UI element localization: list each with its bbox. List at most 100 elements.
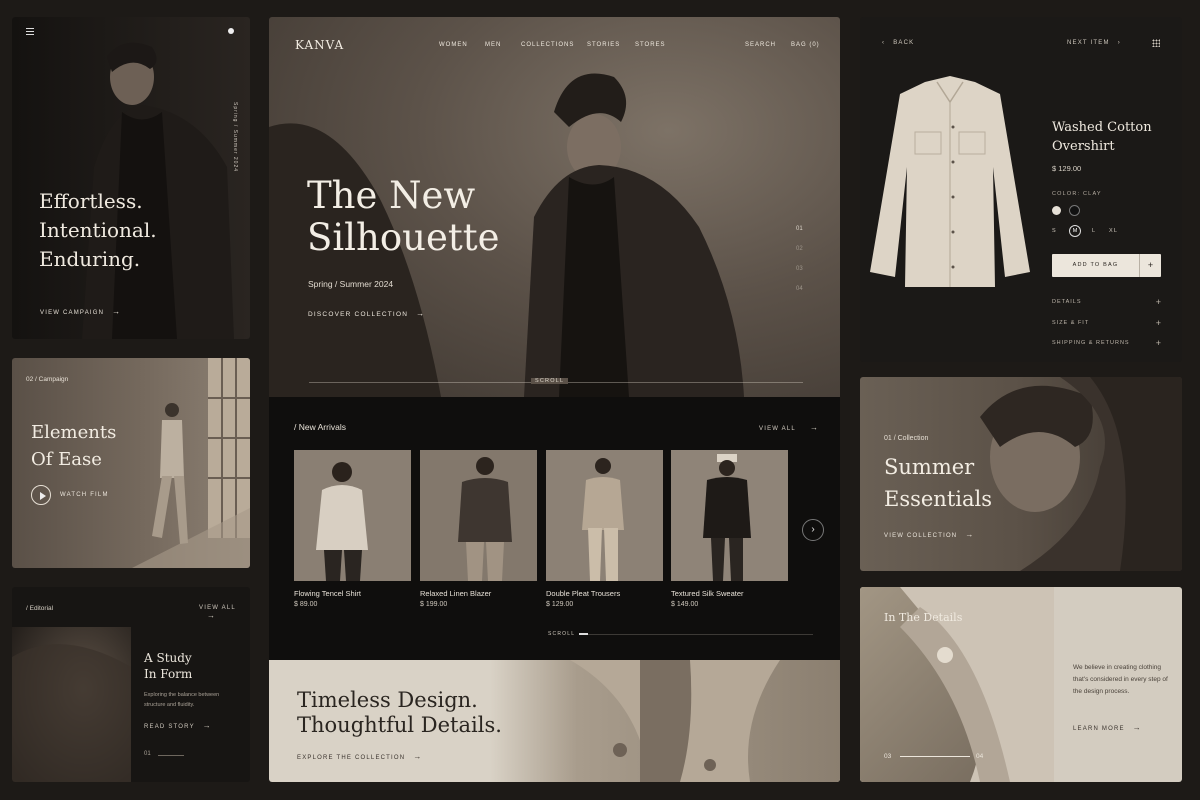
product-name: Relaxed Linen Blazer: [420, 589, 492, 598]
editorial-view-all[interactable]: VIEW ALL→: [199, 605, 250, 620]
progress-line: [158, 755, 184, 756]
read-story-link[interactable]: READ STORY →: [144, 721, 212, 730]
campaign-panel: Spring / Summer 2024 Effortless. Intenti…: [12, 17, 250, 339]
editorial-title: A Study In Form: [144, 650, 192, 682]
product-price: $ 199.00: [420, 601, 448, 608]
size-l[interactable]: L: [1092, 228, 1096, 234]
editorial-photo: [12, 627, 131, 782]
bag-link[interactable]: BAG (0): [791, 42, 820, 48]
campaign-headline: Effortless. Intentional. Enduring.: [39, 187, 157, 274]
pager-item[interactable]: 04: [796, 279, 803, 299]
pager-item[interactable]: 02: [796, 239, 803, 259]
menu-icon[interactable]: [26, 28, 34, 35]
view-campaign-label: VIEW CAMPAIGN: [40, 310, 105, 316]
editorial-panel: / Editorial VIEW ALL→ A Study In Form Ex…: [12, 587, 250, 782]
product-image: [546, 450, 663, 581]
product-image: [294, 450, 411, 581]
swatch-black[interactable]: [1069, 205, 1080, 216]
timeless-title-line: Thoughtful Details.: [297, 713, 502, 737]
arrow-right-icon: →: [809, 423, 820, 432]
arrivals-scroll-label: SCROLL: [548, 631, 580, 637]
timeless-panel: Timeless Design. Thoughtful Details. EXP…: [269, 660, 840, 782]
view-collection-link[interactable]: VIEW COLLECTION →: [884, 530, 975, 539]
ease-title-line: Of Ease: [31, 449, 102, 470]
nav-stores[interactable]: STORES: [635, 42, 666, 48]
accordion-size-fit[interactable]: SIZE & FIT +: [1052, 318, 1162, 328]
discover-collection-label: DISCOVER COLLECTION: [308, 311, 409, 318]
product-name: Textured Silk Sweater: [671, 589, 744, 598]
carousel-next-button[interactable]: ›: [802, 519, 824, 541]
pager-item[interactable]: 03: [796, 259, 803, 279]
arrow-right-icon: →: [207, 611, 217, 620]
nav-stories[interactable]: STORIES: [587, 42, 620, 48]
color-label: COLOR: CLAY: [1052, 191, 1102, 197]
hero-pager: 01 02 03 04: [796, 219, 803, 299]
product-title-line: Overshirt: [1052, 139, 1115, 154]
scroll-indicator: SCROLL: [531, 378, 569, 384]
chevron-right-icon: ›: [811, 524, 815, 535]
chevron-right-icon: ›: [1117, 40, 1121, 46]
campaign-vertical-text: Spring / Summer 2024: [232, 102, 238, 173]
details-panel: In The Details We believe in creating cl…: [860, 587, 1182, 782]
details-index-to: 04: [976, 753, 984, 760]
arrivals-view-all[interactable]: VIEW ALL →: [759, 423, 819, 432]
ease-panel: 02 / Campaign Elements Of Ease WATCH FIL…: [12, 358, 250, 568]
hero-title-line: The New: [307, 174, 476, 217]
learn-more-label: LEARN MORE: [1073, 726, 1125, 732]
nav-women[interactable]: WOMEN: [439, 42, 468, 48]
details-body: We believe in creating clothing that's c…: [1073, 664, 1168, 695]
hero-panel: KANVA WOMEN MEN COLLECTIONS STORIES STOR…: [269, 17, 840, 397]
accordion-details[interactable]: DETAILS +: [1052, 297, 1162, 307]
arrivals-title: / New Arrivals: [294, 422, 346, 432]
discover-collection-link[interactable]: DISCOVER COLLECTION →: [308, 309, 425, 318]
back-link[interactable]: ‹ BACK: [882, 40, 914, 46]
product-price: $ 129.00: [1052, 164, 1082, 173]
editorial-title-line: In Form: [144, 667, 193, 681]
view-all-label: VIEW ALL: [759, 426, 796, 432]
product-price: $ 149.00: [671, 601, 699, 608]
view-all-label: VIEW ALL: [199, 605, 236, 611]
view-campaign-link[interactable]: VIEW CAMPAIGN →: [40, 307, 121, 316]
size-m-selected[interactable]: M: [1069, 225, 1081, 237]
ease-title: Elements Of Ease: [31, 419, 116, 473]
chevron-left-icon: ‹: [882, 40, 886, 46]
headline-line: Effortless.: [39, 189, 143, 213]
explore-collection-link[interactable]: EXPLORE THE COLLECTION →: [297, 752, 423, 761]
size-s[interactable]: S: [1052, 228, 1057, 234]
accordion-shipping[interactable]: SHIPPING & RETURNS +: [1052, 338, 1162, 348]
editorial-body: Exploring the balance between structure …: [144, 692, 220, 708]
nav-men[interactable]: MEN: [485, 42, 501, 48]
arrow-right-icon: →: [112, 307, 122, 316]
product-title-line: Washed Cotton: [1052, 120, 1152, 135]
arrow-right-icon: →: [413, 752, 423, 761]
size-xl[interactable]: XL: [1109, 228, 1118, 234]
swatch-clay[interactable]: [1052, 206, 1061, 215]
campaign-photo: [12, 17, 250, 339]
arrow-right-icon: →: [202, 721, 212, 730]
pager-item-active[interactable]: 01: [796, 219, 803, 239]
product-detail-panel: ‹ BACK NEXT ITEM › Washed Cotton Overshirt…: [860, 17, 1182, 362]
product-price: $ 129.00: [546, 601, 574, 608]
arrow-right-icon: →: [1132, 723, 1142, 732]
add-to-bag-button[interactable]: ADD TO BAG +: [1052, 254, 1161, 277]
headline-line: Intentional.: [39, 218, 157, 242]
arrow-right-icon: →: [416, 309, 426, 318]
product-name: Flowing Tencel Shirt: [294, 589, 361, 598]
plus-icon: +: [1155, 338, 1162, 348]
next-item-link[interactable]: NEXT ITEM ›: [1067, 40, 1121, 46]
summer-title: Summer Essentials: [884, 451, 992, 515]
nav-collections[interactable]: COLLECTIONS: [521, 42, 574, 48]
watch-film-button[interactable]: WATCH FILM: [31, 485, 109, 505]
ease-title-line: Elements: [31, 422, 117, 443]
back-label: BACK: [893, 40, 915, 46]
search-link[interactable]: SEARCH: [745, 42, 776, 48]
product-price: $ 89.00: [294, 601, 318, 608]
details-progress-line: [900, 756, 970, 757]
learn-more-link[interactable]: LEARN MORE →: [1073, 723, 1142, 732]
grid-icon[interactable]: [1152, 39, 1160, 47]
accordion-label: SHIPPING & RETURNS: [1052, 340, 1130, 346]
watch-film-label: WATCH FILM: [60, 492, 109, 498]
brand-logo[interactable]: KANVA: [295, 38, 344, 52]
product-name: Double Pleat Trousers: [546, 589, 621, 598]
timeless-photo: [490, 660, 840, 782]
